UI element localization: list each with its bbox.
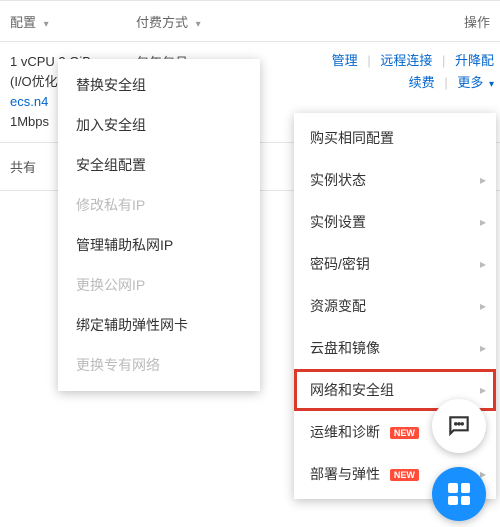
chevron-right-icon: ▸	[480, 299, 486, 313]
dd-item-label: 实例设置	[310, 214, 366, 230]
dd-item-label: 购买相同配置	[310, 130, 394, 146]
dd-item-label: 实例状态	[310, 172, 366, 188]
dd-item-label: 密码/密钥	[310, 256, 370, 272]
submenu-item-bind-eni[interactable]: 绑定辅助弹性网卡	[58, 305, 260, 345]
chat-icon	[446, 413, 472, 439]
dd-item-label: 部署与弹性	[310, 466, 380, 482]
col-header-ops: 操作	[464, 12, 500, 31]
new-badge: NEW	[390, 469, 419, 481]
dd-item-label: 运维和诊断	[310, 424, 380, 440]
new-badge: NEW	[390, 427, 419, 439]
chat-fab[interactable]	[432, 399, 486, 453]
dd-item-buy-same[interactable]: 购买相同配置	[294, 117, 496, 159]
chevron-right-icon: ▸	[480, 215, 486, 229]
chevron-right-icon: ▸	[480, 383, 486, 397]
col-header-spec-label: 配置	[10, 15, 36, 30]
apps-icon	[448, 483, 470, 505]
col-header-pay[interactable]: 付费方式 ▾	[136, 12, 356, 31]
col-header-spec[interactable]: 配置 ▾	[0, 12, 136, 31]
submenu-item-swap-vpc: 更换专有网络	[58, 345, 260, 385]
submenu-item-swap-public-ip: 更换公网IP	[58, 265, 260, 305]
chevron-right-icon: ▸	[480, 341, 486, 355]
op-more[interactable]: 更多 ▾	[457, 72, 494, 96]
submenu-item-swap-sg[interactable]: 替换安全组	[58, 65, 260, 105]
chevron-right-icon: ▸	[480, 257, 486, 271]
chevron-down-icon: ▾	[196, 19, 201, 30]
submenu-item-sg-config[interactable]: 安全组配置	[58, 145, 260, 185]
dd-item-password[interactable]: 密码/密钥 ▸	[294, 243, 496, 285]
submenu-item-mod-private-ip: 修改私有IP	[58, 185, 260, 225]
network-submenu: 替换安全组 加入安全组 安全组配置 修改私有IP 管理辅助私网IP 更换公网IP…	[58, 59, 260, 391]
dd-item-label: 资源变配	[310, 298, 366, 314]
submenu-item-join-sg[interactable]: 加入安全组	[58, 105, 260, 145]
share-label: 共有	[10, 160, 36, 175]
dd-item-disk-image[interactable]: 云盘和镜像 ▸	[294, 327, 496, 369]
chevron-right-icon: ▸	[480, 173, 486, 187]
dd-item-resource[interactable]: 资源变配 ▸	[294, 285, 496, 327]
op-remote[interactable]: 远程连接	[380, 50, 432, 72]
dd-item-settings[interactable]: 实例设置 ▸	[294, 201, 496, 243]
col-header-pay-label: 付费方式	[136, 15, 188, 30]
dd-item-label: 云盘和镜像	[310, 340, 380, 356]
chevron-down-icon: ▾	[44, 19, 49, 30]
apps-fab[interactable]	[432, 467, 486, 521]
dd-item-status[interactable]: 实例状态 ▸	[294, 159, 496, 201]
op-renew[interactable]: 续费	[409, 72, 435, 94]
chevron-down-icon: ▾	[489, 79, 494, 90]
op-resize[interactable]: 升降配	[455, 50, 494, 72]
col-header-ops-label: 操作	[464, 15, 490, 30]
dd-item-label: 网络和安全组	[310, 382, 394, 398]
op-more-label: 更多	[457, 75, 483, 90]
submenu-item-aux-private-ip[interactable]: 管理辅助私网IP	[58, 225, 260, 265]
op-manage[interactable]: 管理	[332, 50, 358, 72]
